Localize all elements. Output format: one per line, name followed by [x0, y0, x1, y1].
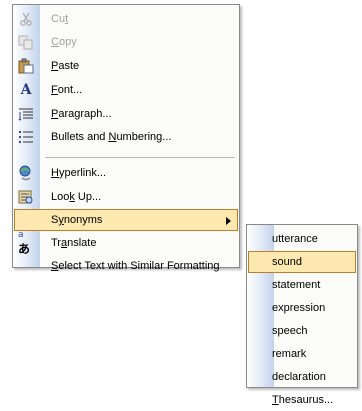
menu-item-paste[interactable]: Paste [14, 55, 238, 77]
synonym-item[interactable]: expression [248, 297, 356, 319]
paste-icon [18, 58, 34, 74]
menu-item-translate[interactable]: aあ Translate [14, 229, 238, 256]
menu-separator [45, 157, 235, 158]
synonym-item[interactable]: statement [248, 274, 356, 296]
menu-item-look-up[interactable]: Look Up... [14, 186, 238, 208]
bullets-icon [18, 129, 34, 145]
menu-item-thesaurus[interactable]: Thesaurus... [248, 389, 356, 411]
scissors-icon [18, 11, 34, 27]
menu-item-bullets-numbering[interactable]: Bullets and Numbering... [14, 126, 238, 148]
paragraph-icon [18, 106, 34, 122]
menu-item-copy[interactable]: Copy [14, 31, 238, 53]
menu-item-paragraph[interactable]: Paragraph... [14, 103, 238, 125]
context-menu: Cut Copy Paste A Font... Paragraph... Bu… [12, 4, 240, 272]
font-icon: A [20, 82, 32, 98]
synonyms-submenu: utterance sound statement expression spe… [246, 224, 358, 406]
menu-item-select-similar-formatting[interactable]: Select Text with Similar Formatting [14, 255, 238, 277]
menu-item-cut[interactable]: Cut [14, 8, 238, 30]
synonym-item[interactable]: speech [248, 320, 356, 342]
copy-icon [18, 34, 34, 50]
menu-item-hyperlink[interactable]: Hyperlink... [14, 162, 238, 184]
synonym-item[interactable]: remark [248, 343, 356, 365]
synonym-item[interactable]: sound [248, 251, 356, 273]
submenu-arrow-icon [226, 216, 231, 228]
translate-icon: aあ [18, 229, 31, 256]
menu-item-synonyms[interactable]: Synonyms [14, 209, 238, 231]
synonym-item[interactable]: utterance [248, 228, 356, 250]
synonym-item[interactable]: declaration [248, 366, 356, 388]
hyperlink-icon [18, 165, 34, 181]
menu-item-font[interactable]: A Font... [14, 79, 238, 101]
research-icon [18, 189, 34, 205]
